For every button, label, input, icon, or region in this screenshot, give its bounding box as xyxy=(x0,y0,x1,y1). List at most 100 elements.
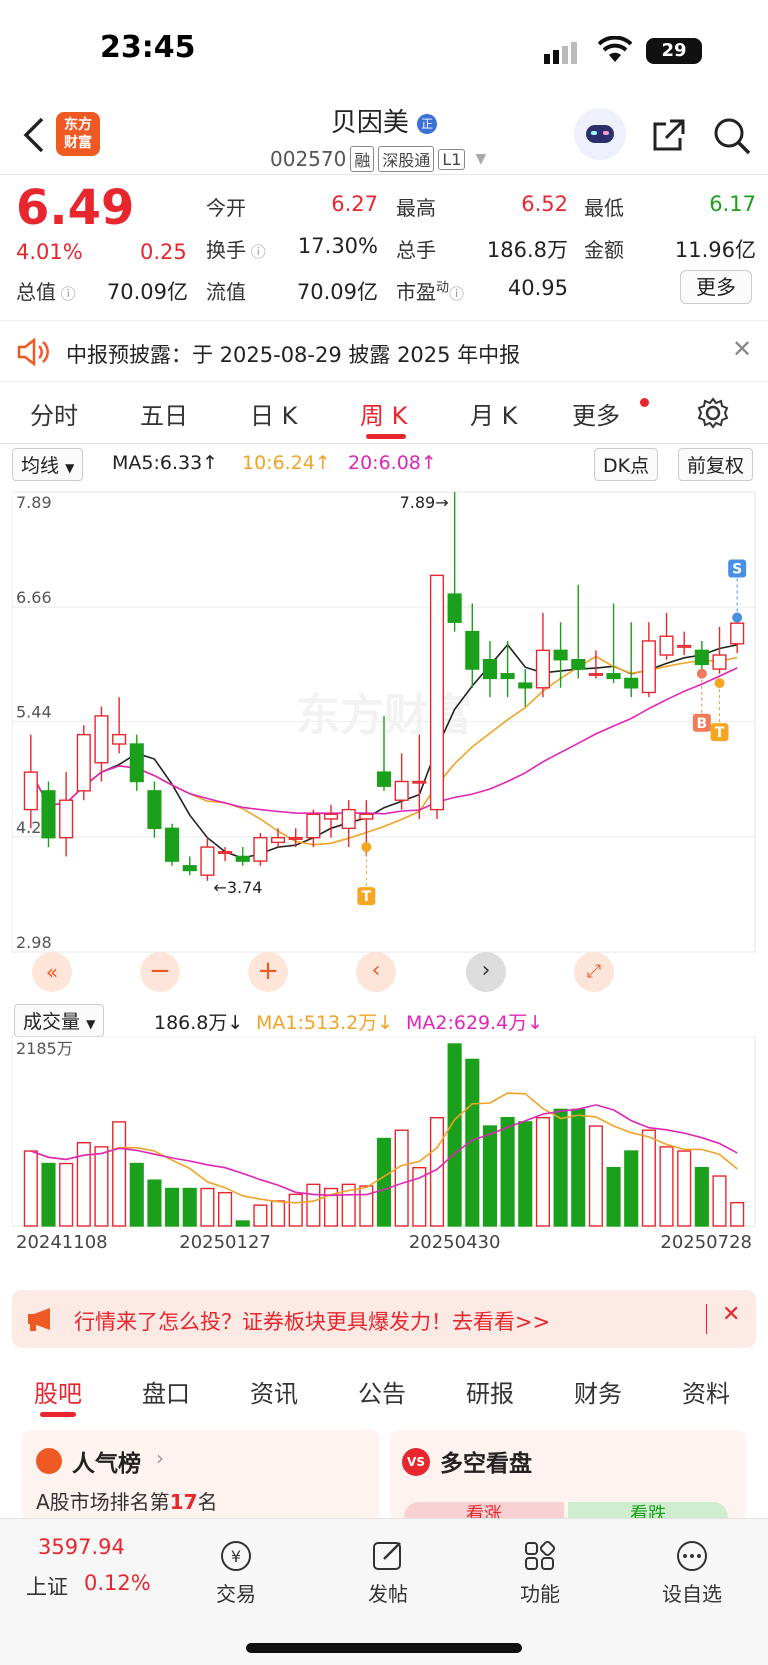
adjust-button[interactable]: 前复权 xyxy=(678,448,754,481)
open-value: 6.27 xyxy=(331,192,378,216)
official-badge-icon: 正 xyxy=(417,113,438,134)
edit-icon xyxy=(373,1542,401,1570)
candle-body xyxy=(59,799,74,839)
candle-body xyxy=(359,813,374,820)
more-button[interactable]: 更多 xyxy=(680,270,752,304)
post-button[interactable]: 发帖 xyxy=(338,1539,438,1607)
tab-intraday[interactable]: 分时 xyxy=(30,396,78,431)
volume-bar xyxy=(94,1146,109,1227)
ma-bar: 均线 ▼ MA5:6.33↑ 10:6.24↑ 20:6.08↑ DK点 前复权 xyxy=(12,446,756,482)
volume-bar xyxy=(253,1204,268,1227)
kline-chart[interactable]: 7.896.665.444.212.98东方财富7.89→←3.74TBTS xyxy=(12,484,756,1000)
search-icon[interactable] xyxy=(712,116,752,160)
volume-bar xyxy=(447,1043,462,1227)
candle xyxy=(465,603,480,688)
watchlist-button[interactable]: 设自选 xyxy=(642,1539,742,1607)
candle-body xyxy=(182,865,197,872)
candle-body xyxy=(571,658,586,670)
candle xyxy=(253,833,268,866)
low-label: 最低 xyxy=(584,196,624,220)
info-icon[interactable]: ⓘ xyxy=(56,285,76,303)
tab-monthly-k[interactable]: 月 K xyxy=(470,396,517,431)
rewind-icon[interactable]: « xyxy=(32,952,72,992)
date-label: 20241108 xyxy=(16,1232,108,1253)
tab-five-day[interactable]: 五日 xyxy=(140,396,188,431)
status-time: 23:45 xyxy=(100,30,196,65)
robot-avatar-icon[interactable] xyxy=(574,108,626,160)
candle xyxy=(394,753,409,810)
info-icon[interactable]: ⓘ xyxy=(246,243,266,261)
tab-finance[interactable]: 财务 xyxy=(574,1374,622,1409)
candle-body xyxy=(412,780,427,784)
volume-bar xyxy=(306,1183,321,1227)
volume-bar xyxy=(571,1108,586,1227)
svg-text:¥: ¥ xyxy=(231,1547,241,1566)
volume-bar xyxy=(165,1187,180,1227)
section-tabs: 股吧 盘口 资讯 公告 研报 财务 资料 xyxy=(0,1360,768,1420)
info-icon[interactable]: ⓘ xyxy=(449,285,464,303)
candle xyxy=(288,828,303,848)
candle xyxy=(535,612,550,698)
candle-body xyxy=(129,743,144,783)
volume-bar xyxy=(112,1121,127,1227)
notice-bar[interactable]: 中报预披露：于 2025-08-29 披露 2025 年中报 ✕ xyxy=(0,320,768,382)
settings-gear-icon[interactable] xyxy=(696,396,730,434)
candle-body xyxy=(41,790,56,839)
volume-bar xyxy=(359,1185,374,1227)
last-price: 6.49 xyxy=(16,180,135,236)
function-button[interactable]: 功能 xyxy=(490,1539,590,1607)
trade-button[interactable]: ¥ 交易 xyxy=(186,1539,286,1607)
candle-body xyxy=(165,827,180,862)
close-icon[interactable]: ✕ xyxy=(722,1302,740,1327)
volume-select[interactable]: 成交量 ▼ xyxy=(14,1004,105,1037)
amount-value: 11.96亿 xyxy=(674,238,756,262)
kline-tabs: 分时 五日 日 K 周 K 月 K 更多 xyxy=(0,384,768,444)
volume-bar xyxy=(694,1166,709,1227)
tab-more[interactable]: 更多 xyxy=(572,396,620,431)
candle xyxy=(76,725,91,801)
change-amount: 0.25 xyxy=(140,240,187,264)
move-right-icon[interactable]: › xyxy=(466,952,506,992)
tab-profile[interactable]: 资料 xyxy=(682,1374,730,1409)
volume-bar xyxy=(659,1146,674,1227)
tab-daily-k[interactable]: 日 K xyxy=(250,396,297,431)
date-label: 20250127 xyxy=(179,1232,271,1253)
dropdown-icon[interactable]: ▼ xyxy=(475,151,486,167)
ma-select[interactable]: 均线 ▼ xyxy=(12,448,84,481)
volume-bar xyxy=(482,1125,498,1227)
tab-announcement[interactable]: 公告 xyxy=(358,1374,406,1409)
min-price-label: ←3.74 xyxy=(213,878,262,897)
candle-body xyxy=(606,673,621,680)
stock-code-line: 002570 融 深股通 L1 ▼ xyxy=(270,146,486,172)
candle-body xyxy=(641,640,656,694)
share-icon[interactable] xyxy=(650,116,688,158)
more-dots-icon xyxy=(677,1541,707,1571)
tab-news[interactable]: 资讯 xyxy=(250,1374,298,1409)
tab-guba[interactable]: 股吧 xyxy=(34,1374,82,1409)
volume-chart[interactable]: 2185万 20241108 20250127 20250430 20250728 xyxy=(12,1036,756,1274)
candle-body xyxy=(341,808,356,830)
close-icon[interactable]: ✕ xyxy=(732,335,752,363)
float-label: 流值 xyxy=(206,280,246,304)
dk-point-button[interactable]: DK点 xyxy=(594,448,659,481)
move-left-icon[interactable]: ‹ xyxy=(356,952,396,992)
sell-marker-letter: S xyxy=(732,562,742,578)
zoom-in-icon[interactable]: + xyxy=(248,952,288,992)
index-value[interactable]: 3597.94 xyxy=(38,1535,125,1559)
candle xyxy=(553,622,568,688)
candle-body xyxy=(218,851,233,854)
candle xyxy=(23,734,38,829)
candle-body xyxy=(535,649,550,689)
tag-connect: 深股通 xyxy=(378,146,435,172)
zoom-out-icon[interactable]: − xyxy=(140,952,180,992)
popularity-card[interactable]: 人气榜 › A股市场排名第17名 xyxy=(22,1430,380,1530)
candle-body xyxy=(677,644,692,648)
bull-bear-card[interactable]: VS 多空看盘 看涨 看跌 xyxy=(390,1430,746,1532)
volume-bar xyxy=(218,1191,233,1227)
tab-pankou[interactable]: 盘口 xyxy=(142,1374,190,1409)
ad-banner[interactable]: 行情来了怎么投？证券板块更具爆发力！去看看>> ✕ xyxy=(12,1290,756,1348)
candle xyxy=(200,837,215,881)
fullscreen-icon[interactable]: ⤢ xyxy=(574,952,614,992)
tab-weekly-k[interactable]: 周 K xyxy=(360,396,407,431)
tab-research[interactable]: 研报 xyxy=(466,1374,514,1409)
